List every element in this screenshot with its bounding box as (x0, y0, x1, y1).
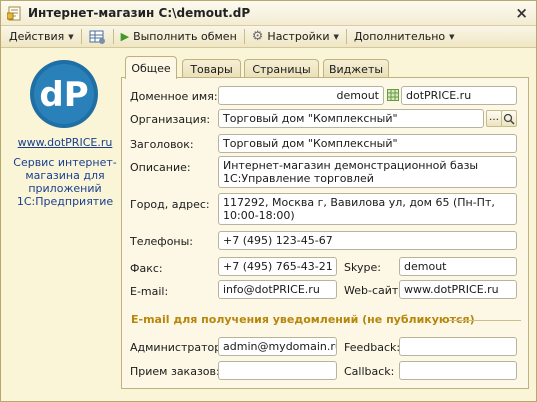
gear-icon: ⚙ (251, 29, 264, 44)
feedback-label: Feedback: (344, 341, 401, 354)
callback-label: Callback: (344, 365, 395, 378)
toolbar-separator (243, 29, 245, 44)
settings-label: Настройки (267, 30, 330, 43)
more-label: Дополнительно (353, 30, 446, 43)
dotprice-logo: dP (30, 60, 98, 128)
toolbar-separator (345, 29, 347, 44)
actions-menu-button[interactable]: Действия ▼ (5, 27, 78, 47)
callback-email-field[interactable] (399, 361, 517, 380)
feedback-email-field[interactable] (399, 337, 517, 356)
email-field[interactable]: info@dotPRICE.ru (218, 280, 337, 299)
run-exchange-button[interactable]: ▶ Выполнить обмен (117, 27, 241, 47)
notify-section-title: E-mail для получения уведомлений (не пуб… (131, 313, 475, 326)
website-field[interactable]: www.dotPRICE.ru (399, 280, 517, 299)
email-label: E-mail: (130, 285, 169, 298)
chevron-down-icon: ▼ (449, 32, 455, 41)
description-label: Описание: (130, 161, 191, 174)
tab-pages[interactable]: Страницы (244, 59, 319, 78)
toolbar-separator (80, 29, 82, 44)
skype-label: Skype: (344, 261, 381, 274)
play-icon: ▶ (120, 30, 130, 43)
fax-field[interactable]: +7 (495) 765-43-21 (218, 257, 337, 276)
settings-menu-button[interactable]: ⚙ Настройки ▼ (248, 27, 343, 47)
toolbar: Действия ▼ ▶ Выполнить обмен ⚙ Настройки… (1, 26, 536, 48)
orders-email-field[interactable] (218, 361, 337, 380)
organization-field[interactable]: Торговый дом "Комплексный" (218, 109, 484, 128)
orders-label: Прием заказов: (130, 365, 220, 378)
tab-widgets[interactable]: Виджеты (323, 59, 389, 78)
chevron-down-icon: ▼ (333, 32, 339, 41)
section-divider (449, 320, 521, 321)
address-label: Город, адрес: (130, 198, 210, 211)
actions-label: Действия (9, 30, 65, 43)
description-field[interactable]: Интернет-магазин демонстрационной базы 1… (218, 156, 517, 188)
chevron-down-icon: ▼ (68, 32, 74, 41)
window-title: Интернет-магазин C:\demout.dP (28, 6, 251, 20)
toolbar-separator (112, 29, 114, 44)
admin-label: Администратор: (130, 341, 225, 354)
admin-email-field[interactable]: admin@mydomain.ru (218, 337, 337, 356)
tab-products[interactable]: Товары (182, 59, 241, 78)
run-exchange-label: Выполнить обмен (133, 30, 237, 43)
ellipsis-icon[interactable]: … (486, 110, 502, 127)
fax-label: Факс: (130, 262, 163, 275)
more-menu-button[interactable]: Дополнительно ▼ (350, 27, 459, 47)
phones-label: Телефоны: (130, 235, 194, 248)
domain-label: Доменное имя: (130, 90, 218, 103)
table-view-button[interactable] (85, 27, 110, 47)
document-icon (7, 6, 21, 21)
app-window: Интернет-магазин C:\demout.dP × Действия… (0, 0, 537, 402)
organization-label: Организация: (130, 113, 211, 126)
title-bar: Интернет-магазин C:\demout.dP × (1, 1, 536, 26)
site-link[interactable]: www.dotPRICE.ru (9, 136, 121, 149)
magnifier-glyph (503, 113, 515, 125)
header-field[interactable]: Торговый дом "Комплексный" (218, 134, 517, 153)
phones-field[interactable]: +7 (495) 123-45-67 (218, 231, 517, 250)
service-description: Сервис интернет-магазина для приложений … (13, 156, 117, 208)
domain-suffix-field[interactable]: dotPRICE.ru (401, 86, 517, 105)
grid-icon (387, 89, 399, 101)
logo-text: dP (39, 75, 88, 115)
tab-general[interactable]: Общее (125, 56, 177, 79)
close-button[interactable]: × (515, 4, 528, 22)
header-label: Заголовок: (130, 138, 194, 151)
table-icon (89, 30, 105, 44)
magnifier-icon[interactable] (501, 110, 517, 127)
address-field[interactable]: 117292, Москва г, Вавилова ул, дом 65 (П… (218, 193, 517, 225)
website-label: Web-сайт: (344, 284, 403, 297)
skype-field[interactable]: demout (399, 257, 517, 276)
domain-field[interactable]: demout (218, 86, 384, 105)
